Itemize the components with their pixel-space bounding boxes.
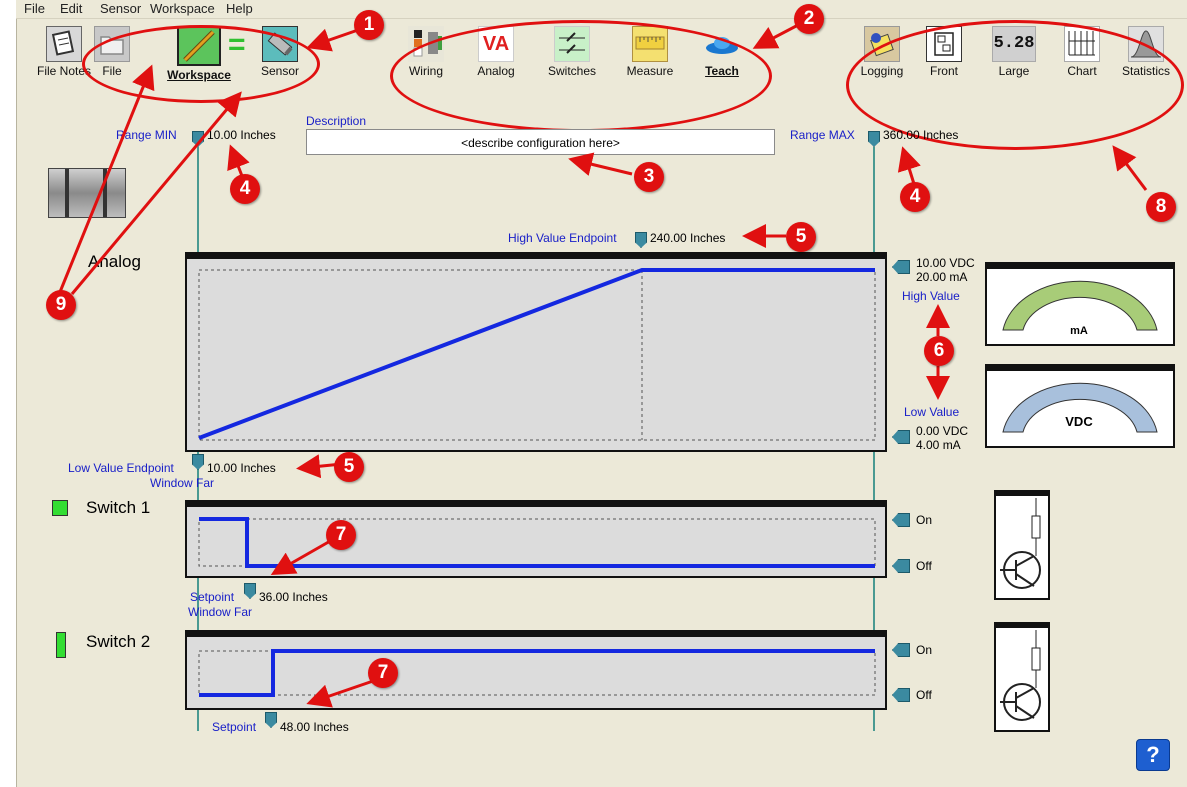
menu-bar: File Edit Sensor Workspace Help [16, 0, 1187, 19]
switch1-transistor-icon [994, 490, 1050, 600]
annotation-badge-7a: 7 [326, 520, 356, 550]
switch1-on-label: On [916, 513, 933, 527]
menu-workspace[interactable]: Workspace [150, 1, 215, 16]
switch2-transistor-icon [994, 622, 1050, 732]
annotation-badge-2: 2 [794, 4, 824, 34]
annotation-oval-2 [390, 20, 772, 132]
annotation-badge-4a: 4 [230, 174, 260, 204]
switch1-setpoint-value: 36.00 Inches [259, 590, 328, 604]
switch2-on-label: On [916, 643, 933, 657]
annotation-badge-7b: 7 [368, 658, 398, 688]
range-min-value: 10.00 Inches [207, 128, 276, 142]
low-value-label: Low Value [904, 405, 960, 419]
high-vdc: 10.00 VDC [916, 256, 975, 270]
sensor-image [48, 168, 126, 218]
annotation-badge-5b: 5 [334, 452, 364, 482]
low-endpoint-label: Low Value Endpoint [68, 461, 174, 475]
ma-unit: mA [1070, 325, 1088, 337]
annotation-badge-1: 1 [354, 10, 384, 40]
vdc-unit: VDC [1065, 414, 1093, 429]
analog-graph [185, 252, 887, 452]
range-max-value: 360.00 Inches [883, 128, 959, 142]
help-icon[interactable]: ? [1136, 739, 1170, 771]
annotation-badge-3: 3 [634, 162, 664, 192]
switch1-indicator [52, 500, 68, 516]
range-min-label: Range MIN [116, 128, 177, 142]
switch1-setpoint-label: Setpoint [190, 590, 235, 604]
analog-window-far-label: Window Far [150, 476, 215, 490]
menu-file[interactable]: File [24, 1, 45, 16]
range-max-label: Range MAX [790, 128, 855, 142]
menu-edit[interactable]: Edit [60, 1, 82, 16]
switch2-title: Switch 2 [86, 632, 151, 651]
high-endpoint-value: 240.00 Inches [650, 231, 726, 245]
description-label: Description [306, 114, 367, 128]
annotation-badge-6: 6 [924, 336, 954, 366]
high-value-label: High Value [902, 289, 960, 303]
annotation-oval-1 [82, 25, 320, 103]
annotation-badge-8: 8 [1146, 192, 1176, 222]
low-vdc: 0.00 VDC [916, 424, 969, 438]
switch2-graph [185, 630, 887, 710]
switch2-indicator [56, 632, 66, 658]
ma-meter: mA [985, 262, 1175, 346]
switch1-off-label: Off [916, 559, 932, 573]
description-input[interactable]: <describe configuration here> [306, 129, 775, 155]
notes-icon [46, 26, 82, 62]
low-endpoint-value: 10.00 Inches [207, 461, 276, 475]
switch2-setpoint-value: 48.00 Inches [280, 720, 349, 734]
switch2-off-label: Off [916, 688, 932, 702]
high-endpoint-label: High Value Endpoint [508, 231, 617, 245]
analog-title: Analog [88, 252, 141, 271]
vdc-meter: VDC [985, 364, 1175, 448]
switch2-setpoint-label: Setpoint [212, 720, 257, 734]
high-ma: 20.00 mA [916, 270, 968, 284]
switch1-title: Switch 1 [86, 498, 151, 517]
switch1-graph [185, 500, 887, 578]
switch1-window-far-label: Window Far [188, 605, 253, 619]
menu-help[interactable]: Help [226, 1, 253, 16]
menu-sensor[interactable]: Sensor [100, 1, 141, 16]
annotation-badge-4b: 4 [900, 182, 930, 212]
annotation-badge-9: 9 [46, 290, 76, 320]
annotation-badge-5a: 5 [786, 222, 816, 252]
low-ma: 4.00 mA [916, 438, 961, 452]
